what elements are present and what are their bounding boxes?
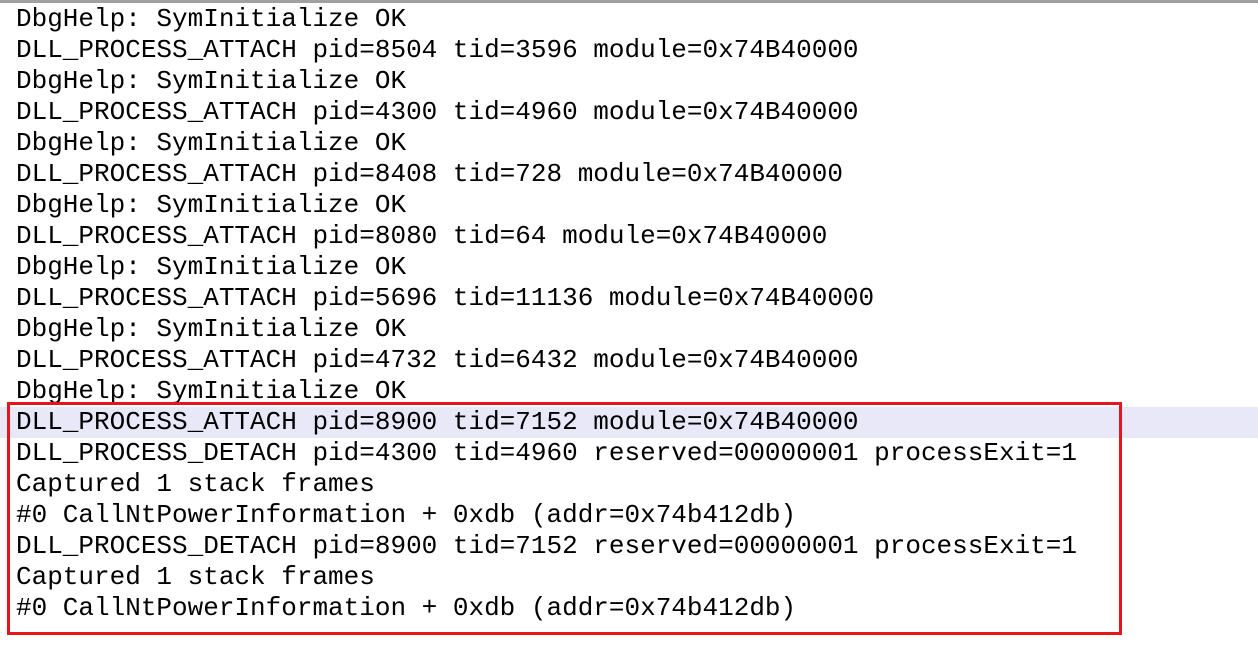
log-output-view[interactable]: DbgHelp: SymInitialize OK DLL_PROCESS_AT… [0, 3, 1258, 668]
log-line[interactable]: DLL_PROCESS_ATTACH pid=8408 tid=728 modu… [0, 159, 1258, 190]
log-line[interactable]: DLL_PROCESS_ATTACH pid=5696 tid=11136 mo… [0, 283, 1258, 314]
log-line[interactable]: DbgHelp: SymInitialize OK [0, 252, 1258, 283]
log-line[interactable]: DbgHelp: SymInitialize OK [0, 128, 1258, 159]
log-line[interactable]: DbgHelp: SymInitialize OK [0, 314, 1258, 345]
log-line[interactable]: #0 CallNtPowerInformation + 0xdb (addr=0… [0, 500, 1258, 531]
log-line[interactable]: DbgHelp: SymInitialize OK [0, 376, 1258, 407]
log-line-selected[interactable]: DLL_PROCESS_ATTACH pid=8900 tid=7152 mod… [0, 407, 1258, 438]
log-line[interactable]: DLL_PROCESS_ATTACH pid=4300 tid=4960 mod… [0, 97, 1258, 128]
log-line[interactable]: Captured 1 stack frames [0, 562, 1258, 593]
log-line[interactable]: DLL_PROCESS_ATTACH pid=8080 tid=64 modul… [0, 221, 1258, 252]
log-line[interactable]: Captured 1 stack frames [0, 469, 1258, 500]
log-line[interactable]: DbgHelp: SymInitialize OK [0, 66, 1258, 97]
log-line[interactable]: DLL_PROCESS_ATTACH pid=8504 tid=3596 mod… [0, 35, 1258, 66]
log-line[interactable]: DbgHelp: SymInitialize OK [0, 190, 1258, 221]
log-line[interactable]: DbgHelp: SymInitialize OK [0, 4, 1258, 35]
log-line[interactable]: DLL_PROCESS_DETACH pid=8900 tid=7152 res… [0, 531, 1258, 562]
log-line[interactable]: DLL_PROCESS_DETACH pid=4300 tid=4960 res… [0, 438, 1258, 469]
log-line[interactable]: DLL_PROCESS_ATTACH pid=4732 tid=6432 mod… [0, 345, 1258, 376]
log-line[interactable]: #0 CallNtPowerInformation + 0xdb (addr=0… [0, 593, 1258, 624]
